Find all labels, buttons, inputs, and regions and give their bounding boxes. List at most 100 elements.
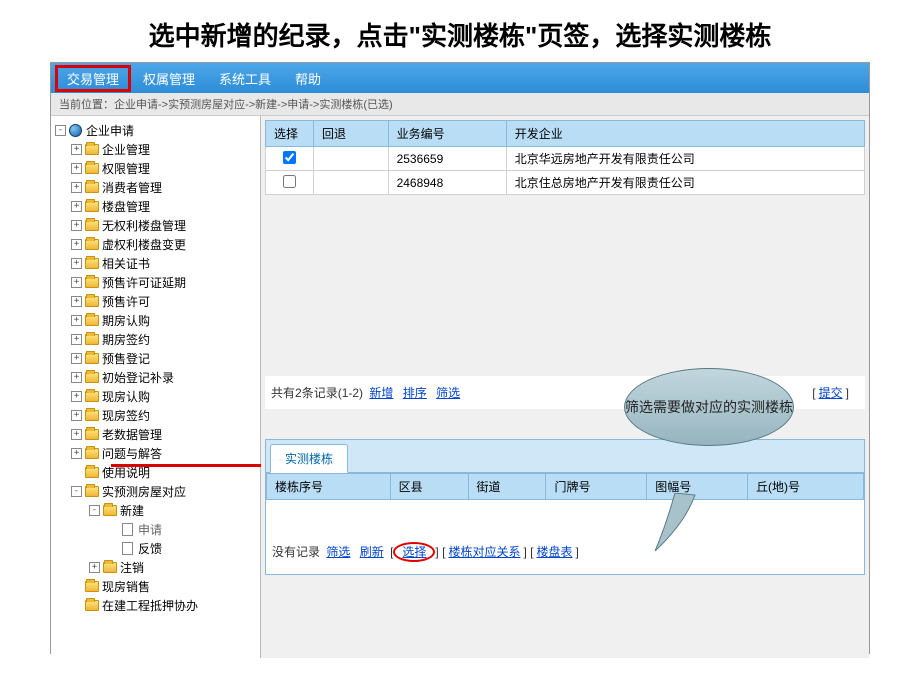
plus-icon[interactable]: + — [71, 296, 82, 307]
link-building-list[interactable]: 楼盘表 — [536, 545, 572, 559]
plus-icon[interactable]: + — [71, 448, 82, 459]
highlight-underline — [111, 464, 261, 467]
folder-icon — [84, 295, 99, 308]
row-checkbox[interactable] — [283, 151, 296, 164]
cell-bizid: 2536659 — [388, 147, 506, 171]
plus-icon[interactable]: + — [71, 410, 82, 421]
col-rollback: 回退 — [314, 121, 389, 147]
plus-icon[interactable]: + — [71, 353, 82, 364]
plus-icon[interactable]: + — [71, 334, 82, 345]
plus-icon[interactable]: + — [71, 201, 82, 212]
tree-item[interactable]: +初始登记补录 — [53, 368, 258, 386]
folder-icon — [84, 371, 99, 384]
folder-icon — [102, 504, 117, 517]
plus-icon[interactable]: + — [71, 258, 82, 269]
tree-item[interactable]: +无权利楼盘管理 — [53, 216, 258, 234]
tree-leaf-feedback[interactable]: 反馈 — [53, 539, 258, 557]
tree-item[interactable]: +相关证书 — [53, 254, 258, 272]
link-relation[interactable]: 楼栋对应关系 — [448, 545, 520, 559]
folder-icon — [84, 580, 99, 593]
plus-icon[interactable]: + — [89, 562, 100, 573]
plus-icon[interactable]: + — [71, 391, 82, 402]
col-street: 街道 — [468, 474, 546, 500]
plus-icon[interactable]: + — [71, 372, 82, 383]
row-checkbox[interactable] — [283, 175, 296, 188]
tree-item[interactable]: +期房认购 — [53, 311, 258, 329]
folder-icon — [84, 352, 99, 365]
col-bizid: 业务编号 — [388, 121, 506, 147]
cell-rollback — [314, 171, 389, 195]
link-filter[interactable]: 筛选 — [436, 386, 460, 400]
tree-item[interactable]: +预售登记 — [53, 349, 258, 367]
tree-item[interactable]: +权限管理 — [53, 159, 258, 177]
plus-icon[interactable]: + — [71, 315, 82, 326]
folder-icon — [84, 447, 99, 460]
minus-icon[interactable]: - — [55, 125, 66, 136]
menu-ownership[interactable]: 权属管理 — [131, 65, 207, 92]
tree-item[interactable]: +企业管理 — [53, 140, 258, 158]
link-sort[interactable]: 排序 — [403, 386, 427, 400]
folder-icon — [84, 143, 99, 156]
tree-item[interactable]: 现房销售 — [53, 577, 258, 595]
folder-icon — [84, 485, 99, 498]
sidebar-tree: - 企业申请 +企业管理 +权限管理 +消费者管理 +楼盘管理 +无权利楼盘管理… — [51, 116, 261, 658]
folder-icon — [84, 162, 99, 175]
plus-icon[interactable]: + — [71, 182, 82, 193]
menu-help[interactable]: 帮助 — [283, 65, 333, 92]
tab-building[interactable]: 实测楼栋 — [270, 444, 348, 473]
table-row[interactable]: 2468948 北京住总房地产开发有限责任公司 — [266, 171, 865, 195]
tree-item[interactable]: +问题与解答 — [53, 444, 258, 462]
tree-item-expanded[interactable]: -实预测房屋对应 — [53, 482, 258, 500]
records-table: 选择 回退 业务编号 开发企业 2536659 北京华远房地产开发有限责任公司 — [265, 120, 865, 195]
tree-item[interactable]: +期房签约 — [53, 330, 258, 348]
folder-icon — [84, 257, 99, 270]
folder-icon — [84, 333, 99, 346]
folder-icon — [84, 276, 99, 289]
sub-footer: 没有记录 筛选 刷新 [选择] [楼栋对应关系] [楼盘表] — [266, 530, 864, 574]
tree-item-cancel[interactable]: +注销 — [53, 558, 258, 576]
tree-item[interactable]: 在建工程抵押协办 — [53, 596, 258, 614]
doc-icon — [120, 542, 135, 555]
plus-icon[interactable]: + — [71, 220, 82, 231]
plus-icon[interactable]: + — [71, 239, 82, 250]
folder-icon — [84, 390, 99, 403]
tree-root[interactable]: - 企业申请 — [53, 121, 258, 139]
main-layout: - 企业申请 +企业管理 +权限管理 +消费者管理 +楼盘管理 +无权利楼盘管理… — [51, 116, 869, 658]
folder-icon — [84, 409, 99, 422]
folder-icon — [84, 200, 99, 213]
tree-item[interactable]: +预售许可证延期 — [53, 273, 258, 291]
link-new[interactable]: 新增 — [369, 386, 393, 400]
folder-icon — [102, 561, 117, 574]
tree-item[interactable]: +消费者管理 — [53, 178, 258, 196]
tree-item[interactable]: +虚权利楼盘变更 — [53, 235, 258, 253]
tree-item[interactable]: +预售许可 — [53, 292, 258, 310]
col-select: 选择 — [266, 121, 314, 147]
breadcrumb: 当前位置：企业申请->实预测房屋对应->新建->申请->实测楼栋(已选) — [51, 93, 869, 116]
link-refresh[interactable]: 刷新 — [360, 545, 384, 559]
minus-icon[interactable]: - — [89, 505, 100, 516]
doc-icon — [120, 523, 135, 536]
link-select[interactable]: 选择 — [402, 545, 426, 559]
tree-item[interactable]: +楼盘管理 — [53, 197, 258, 215]
callout: 筛选需要做对应的实测楼栋 — [624, 368, 794, 446]
tree-item[interactable]: +现房签约 — [53, 406, 258, 424]
menu-bar: 交易管理 权属管理 系统工具 帮助 — [51, 63, 869, 93]
link-filter2[interactable]: 筛选 — [326, 545, 350, 559]
link-submit[interactable]: 提交 — [819, 386, 843, 400]
tree-label: 企业申请 — [86, 122, 134, 139]
tree-item-new[interactable]: -新建 — [53, 501, 258, 519]
sub-panel: 实测楼栋 楼栋序号 区县 街道 门牌号 图幅号 丘(地)号 — [265, 439, 865, 575]
tree-item[interactable]: +老数据管理 — [53, 425, 258, 443]
menu-tools[interactable]: 系统工具 — [207, 65, 283, 92]
cell-bizid: 2468948 — [388, 171, 506, 195]
plus-icon[interactable]: + — [71, 429, 82, 440]
plus-icon[interactable]: + — [71, 144, 82, 155]
menu-transaction[interactable]: 交易管理 — [55, 65, 131, 92]
plus-icon[interactable]: + — [71, 163, 82, 174]
plus-icon[interactable]: + — [71, 277, 82, 288]
tree-leaf-apply[interactable]: 申请 — [53, 520, 258, 538]
table-row[interactable]: 2536659 北京华远房地产开发有限责任公司 — [266, 147, 865, 171]
col-district: 区县 — [390, 474, 468, 500]
minus-icon[interactable]: - — [71, 486, 82, 497]
tree-item[interactable]: +现房认购 — [53, 387, 258, 405]
